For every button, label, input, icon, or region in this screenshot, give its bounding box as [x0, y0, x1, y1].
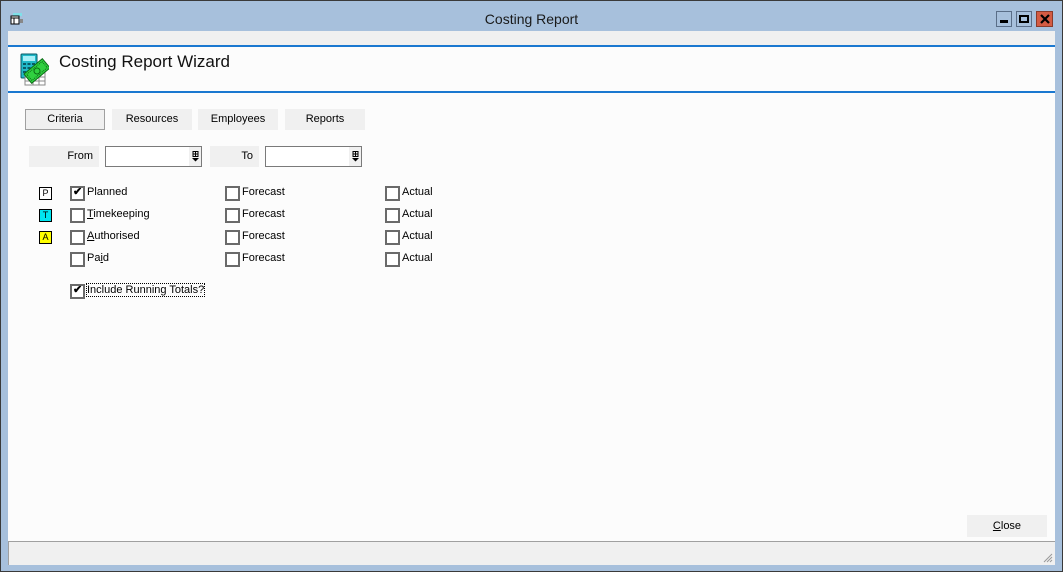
paid-forecast-label[interactable]: Forecast — [242, 252, 285, 264]
authorised-badge: A — [39, 231, 52, 244]
to-date-picker-button[interactable] — [349, 147, 361, 166]
calendar-dropdown-icon — [351, 151, 359, 162]
tab-reports[interactable]: Reports — [285, 109, 365, 130]
costing-report-window: Costing Report Costing Report Wizard Cri… — [0, 0, 1063, 572]
close-icon — [1039, 14, 1050, 24]
planned-forecast-label[interactable]: Forecast — [242, 186, 285, 198]
tab-criteria[interactable]: Criteria — [25, 109, 105, 130]
authorised-label[interactable]: Authorised — [87, 230, 140, 242]
planned-checkbox[interactable]: ✔ — [70, 186, 85, 201]
calculator-money-icon — [20, 53, 49, 86]
authorised-forecast-label[interactable]: Forecast — [242, 230, 285, 242]
check-icon: ✔ — [73, 284, 83, 296]
planned-actual-label[interactable]: Actual — [402, 186, 433, 198]
paid-checkbox[interactable] — [70, 252, 85, 267]
paid-actual-checkbox[interactable] — [385, 252, 400, 267]
authorised-checkbox[interactable] — [70, 230, 85, 245]
authorised-actual-checkbox[interactable] — [385, 230, 400, 245]
wizard-title: Costing Report Wizard — [59, 52, 231, 71]
timekeeping-actual-checkbox[interactable] — [385, 208, 400, 223]
to-label: To — [210, 146, 259, 167]
planned-forecast-checkbox[interactable] — [225, 186, 240, 201]
minimize-button[interactable] — [996, 11, 1012, 27]
tab-employees[interactable]: Employees — [198, 109, 278, 130]
window-title: Costing Report — [484, 11, 579, 27]
planned-badge: P — [39, 187, 52, 200]
wizard-header: Costing Report Wizard — [8, 45, 1055, 93]
from-date-picker-button[interactable] — [189, 147, 201, 166]
status-bar — [8, 541, 1055, 565]
paid-forecast-checkbox[interactable] — [225, 252, 240, 267]
resize-grip-icon[interactable] — [1043, 553, 1053, 563]
running-totals-checkbox[interactable]: ✔ — [70, 284, 85, 299]
tab-resources[interactable]: Resources — [112, 109, 192, 130]
timekeeping-label[interactable]: Timekeeping — [87, 208, 150, 220]
running-totals-label[interactable]: Include Running Totals? — [85, 283, 206, 297]
top-band — [8, 31, 1055, 45]
timekeeping-actual-label[interactable]: Actual — [402, 208, 433, 220]
close-button[interactable]: Close — [967, 515, 1047, 537]
client-area: Costing Report Wizard Criteria Resources… — [8, 31, 1055, 565]
close-window-button[interactable] — [1036, 11, 1053, 27]
planned-actual-checkbox[interactable] — [385, 186, 400, 201]
title-bar[interactable]: Costing Report — [1, 1, 1062, 31]
maximize-button[interactable] — [1016, 11, 1032, 27]
timekeeping-forecast-checkbox[interactable] — [225, 208, 240, 223]
planned-label[interactable]: Planned — [87, 186, 127, 198]
paid-label[interactable]: Paid — [87, 252, 109, 264]
timekeeping-badge: T — [39, 209, 52, 222]
check-icon: ✔ — [73, 186, 83, 198]
from-date-field[interactable] — [105, 146, 202, 167]
authorised-forecast-checkbox[interactable] — [225, 230, 240, 245]
timekeeping-checkbox[interactable] — [70, 208, 85, 223]
paid-actual-label[interactable]: Actual — [402, 252, 433, 264]
minimize-icon — [1000, 20, 1008, 23]
timekeeping-forecast-label[interactable]: Forecast — [242, 208, 285, 220]
authorised-actual-label[interactable]: Actual — [402, 230, 433, 242]
maximize-icon — [1019, 15, 1029, 23]
to-date-field[interactable] — [265, 146, 362, 167]
from-label: From — [29, 146, 99, 167]
calendar-dropdown-icon — [191, 151, 199, 162]
